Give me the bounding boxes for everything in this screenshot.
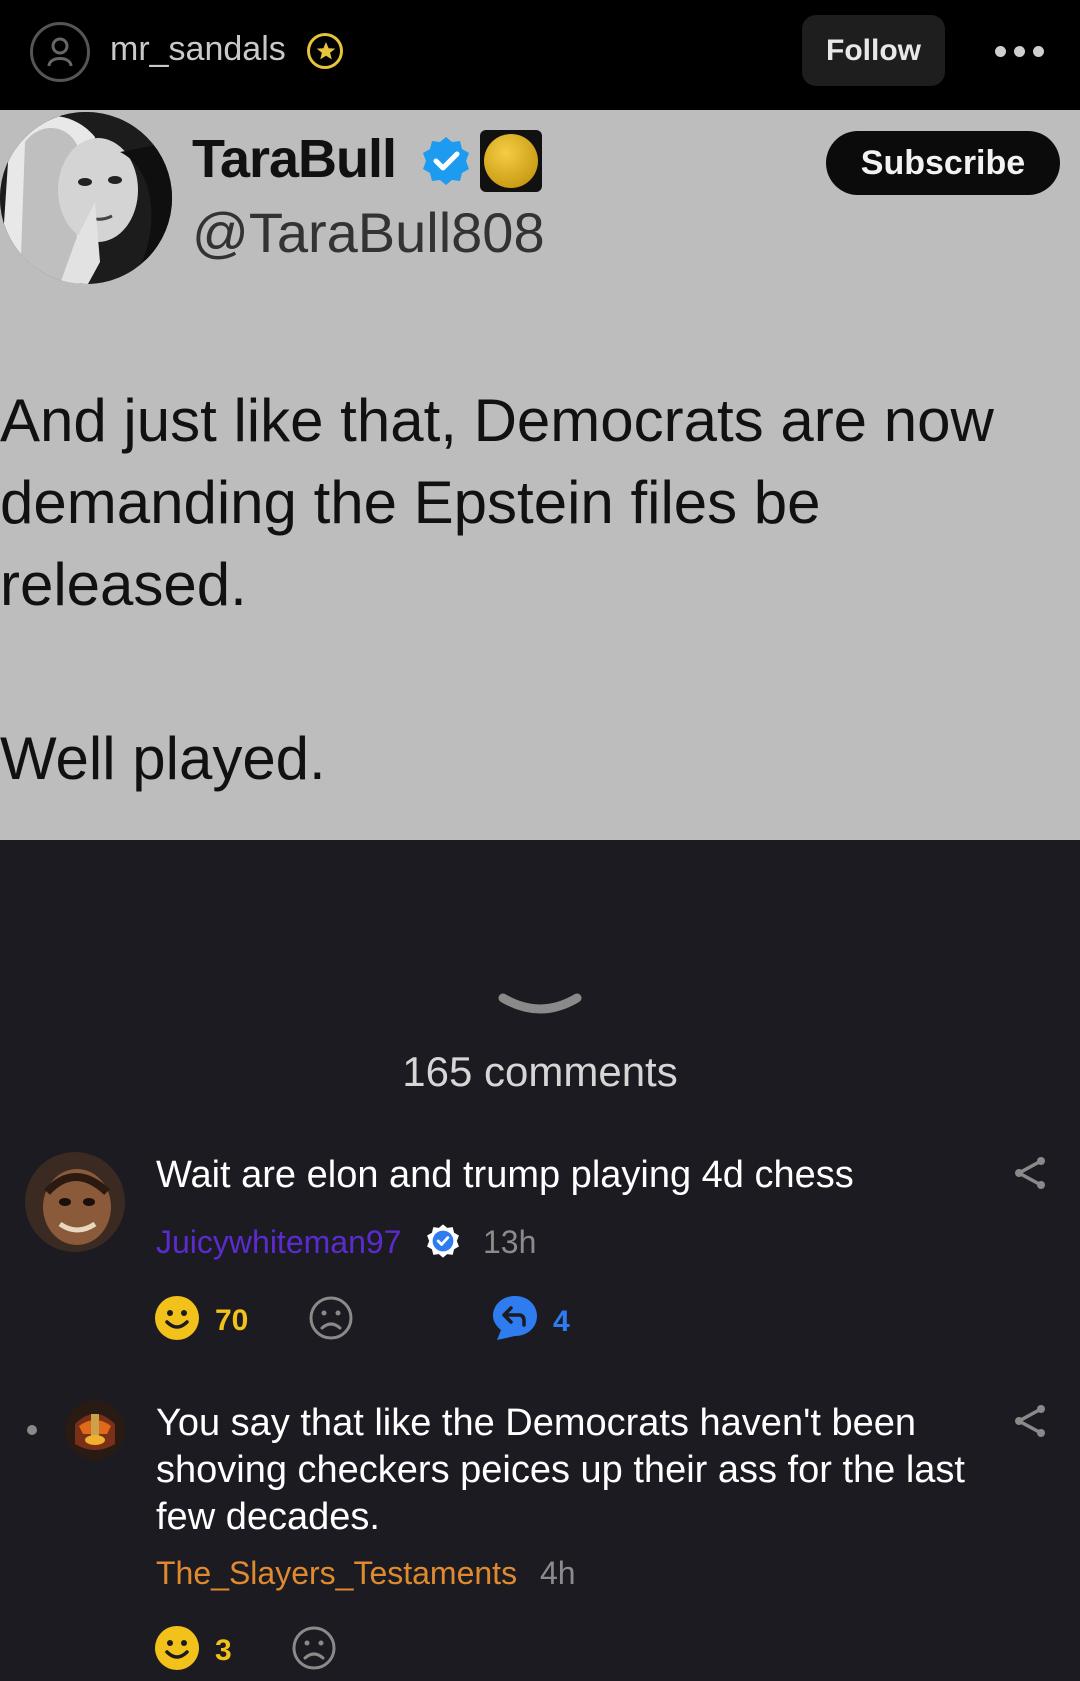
subscribe-button: Subscribe (826, 131, 1060, 195)
comment-text: Wait are elon and trump playing 4d chess (156, 1154, 854, 1196)
collapse-chevron-icon[interactable] (497, 990, 583, 1025)
share-icon[interactable] (1013, 1404, 1047, 1443)
follow-button[interactable]: Follow (802, 15, 945, 86)
downvote-frown-icon[interactable] (308, 1295, 354, 1346)
comment-count: 165 comments (402, 1048, 678, 1095)
downvote-frown-icon[interactable] (291, 1625, 337, 1676)
verified-badge-icon (420, 135, 472, 192)
tweet-text-closing: Well played. (0, 725, 326, 792)
star-badge-icon (307, 33, 343, 69)
upvote-smile-icon[interactable] (154, 1295, 200, 1346)
like-count: 70 (215, 1304, 249, 1337)
user-avatar-icon[interactable] (30, 22, 90, 82)
comment-username[interactable]: Juicywhiteman97 (156, 1224, 401, 1261)
comment-timestamp: 13h (483, 1224, 537, 1260)
more-options-icon[interactable] (995, 36, 1045, 66)
commenter-avatar[interactable] (25, 1152, 125, 1252)
top-bar: mr_sandals Follow (0, 0, 1080, 110)
reply-icon[interactable] (491, 1294, 539, 1347)
verified-badge-icon (425, 1223, 461, 1264)
tweet-text: And just like that, Democrats are now de… (0, 387, 994, 618)
tweet-display-name: TaraBull (192, 129, 397, 189)
like-count: 3 (215, 1634, 232, 1667)
comment-username[interactable]: The_Slayers_Testaments (156, 1555, 517, 1592)
poster-username[interactable]: mr_sandals (110, 30, 286, 69)
gold-coin-icon (480, 130, 542, 192)
comment-text: You say that like the Democrats haven't … (156, 1402, 965, 1538)
reply-count: 4 (553, 1305, 570, 1338)
upvote-smile-icon[interactable] (154, 1625, 200, 1676)
tweet-handle: @TaraBull808 (192, 201, 545, 264)
share-icon[interactable] (1013, 1156, 1047, 1195)
tweet-author-avatar (0, 112, 172, 284)
thread-indicator (27, 1425, 37, 1435)
tweet-screenshot: TaraBull @TaraBull808 Subscribe And just… (0, 110, 1080, 840)
commenter-avatar[interactable] (65, 1400, 125, 1460)
comment-timestamp: 4h (540, 1555, 576, 1591)
